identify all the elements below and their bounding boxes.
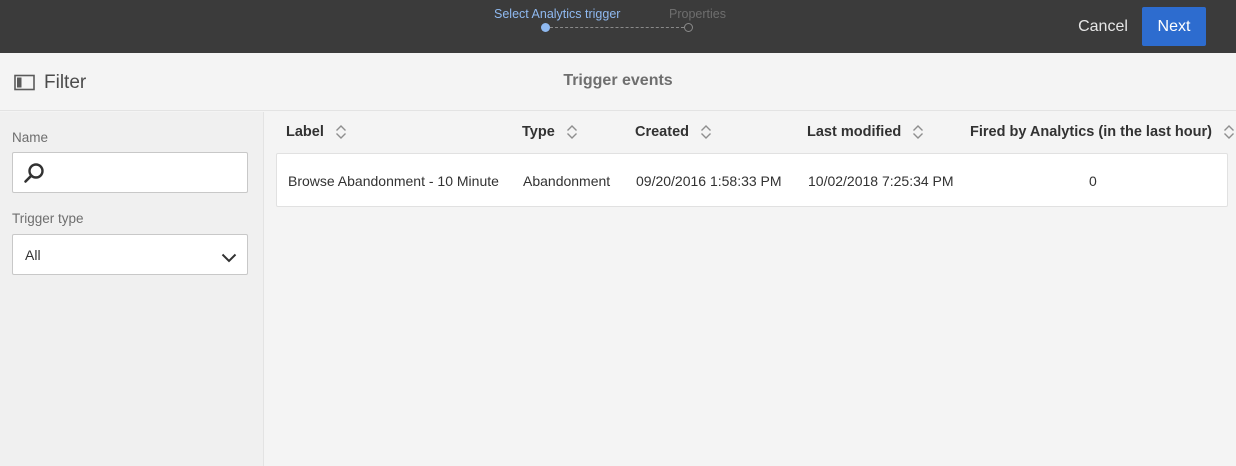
column-header-type[interactable]: Type xyxy=(522,124,578,140)
step-properties: Properties xyxy=(669,7,726,21)
step-progress-line xyxy=(550,27,684,28)
cell-type: Abandonment xyxy=(523,173,611,189)
name-search-box[interactable] xyxy=(12,152,248,193)
wizard-header: Select Analytics trigger Properties Canc… xyxy=(0,0,1236,53)
column-header-fired-by-analytics[interactable]: Fired by Analytics (in the last hour) xyxy=(970,124,1235,140)
step-indicator-inactive xyxy=(684,23,693,32)
column-header-text: Last modified xyxy=(807,124,902,140)
step-indicator-active xyxy=(541,23,550,32)
column-header-created[interactable]: Created xyxy=(635,124,712,140)
next-button[interactable]: Next xyxy=(1142,7,1206,46)
cell-last-modified: 10/02/2018 7:25:34 PM xyxy=(808,173,954,189)
sort-icon xyxy=(335,124,347,140)
name-search-input[interactable] xyxy=(45,153,247,192)
trigger-type-value: All xyxy=(25,246,41,263)
chevron-down-icon xyxy=(221,250,237,262)
sort-icon xyxy=(700,124,712,140)
table-row[interactable]: Browse Abandonment - 10 Minute Abandonme… xyxy=(276,153,1228,207)
column-header-text: Label xyxy=(286,124,324,140)
column-header-text: Type xyxy=(522,124,555,140)
sort-icon xyxy=(566,124,578,140)
column-header-text: Created xyxy=(635,124,689,140)
cell-created: 09/20/2016 1:58:33 PM xyxy=(636,173,782,189)
step-select-analytics-trigger[interactable]: Select Analytics trigger xyxy=(494,7,620,21)
column-header-text: Fired by Analytics (in the last hour) xyxy=(970,124,1212,140)
sort-icon xyxy=(1223,124,1235,140)
cancel-button[interactable]: Cancel xyxy=(1069,8,1137,45)
cell-fired-count: 0 xyxy=(1089,173,1097,189)
page-title: Trigger events xyxy=(563,72,673,89)
column-header-label[interactable]: Label xyxy=(286,124,347,140)
search-icon xyxy=(23,162,45,184)
table-header: Label Type Created Last modified Fired b… xyxy=(265,112,1236,154)
trigger-type-label: Trigger type xyxy=(12,211,84,226)
sort-icon xyxy=(912,124,924,140)
filter-sidebar: Name Trigger type All xyxy=(0,112,264,466)
name-field-label: Name xyxy=(12,130,49,145)
trigger-type-select[interactable]: All xyxy=(12,234,248,275)
column-header-last-modified[interactable]: Last modified xyxy=(807,124,924,140)
cell-label: Browse Abandonment - 10 Minute xyxy=(288,173,499,189)
